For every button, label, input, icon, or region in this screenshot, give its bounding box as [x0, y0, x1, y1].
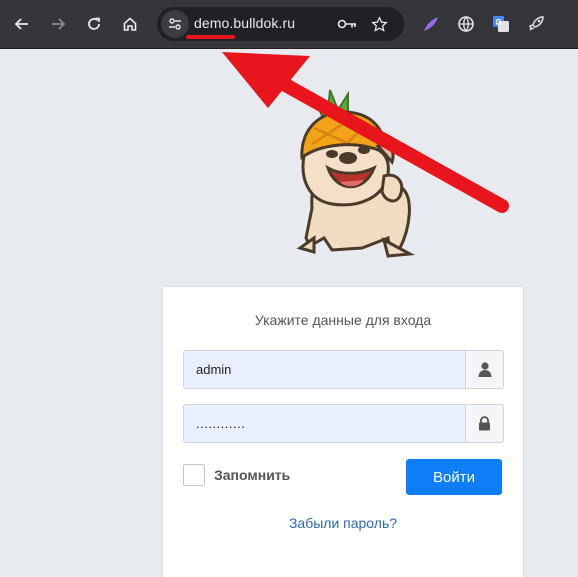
lock-addon	[465, 405, 503, 442]
password-key-button[interactable]	[337, 14, 357, 34]
username-input[interactable]	[184, 351, 464, 388]
reload-icon	[88, 17, 100, 30]
rocket-icon	[529, 16, 544, 31]
user-icon	[478, 362, 491, 377]
back-button[interactable]	[7, 9, 37, 39]
home-icon	[123, 17, 137, 31]
url-text[interactable]: demo.bulldok.ru	[194, 15, 295, 31]
star-icon	[370, 15, 388, 32]
extension-globe-button[interactable]	[454, 12, 478, 36]
globe-icon	[458, 16, 474, 32]
arrow-right-icon	[52, 18, 66, 30]
password-input[interactable]	[184, 405, 464, 442]
extension-rocket-button[interactable]	[524, 12, 548, 36]
site-info-button[interactable]	[161, 10, 189, 38]
user-addon	[465, 351, 503, 388]
extension-feather-button[interactable]	[419, 12, 443, 36]
remember-me[interactable]: Запомнить	[183, 463, 290, 487]
password-field[interactable]	[183, 404, 504, 443]
tune-icon	[169, 18, 181, 30]
remember-label[interactable]: Запомнить	[214, 467, 290, 483]
browser-toolbar: demo.bulldok.ru G	[0, 0, 578, 49]
login-panel: Укажите данные для входа Запомнить Войти…	[163, 287, 523, 577]
extension-translate-button[interactable]: G	[489, 12, 513, 36]
login-title: Укажите данные для входа	[254, 312, 432, 328]
svg-text:G: G	[496, 18, 502, 27]
key-icon	[337, 19, 356, 29]
translate-icon: G	[493, 16, 509, 32]
url-annotation-underline	[186, 35, 235, 39]
lock-icon	[479, 416, 490, 431]
reload-button[interactable]	[79, 9, 109, 39]
forward-button[interactable]	[43, 9, 73, 39]
login-button[interactable]: Войти	[406, 459, 502, 495]
bookmark-button[interactable]	[369, 14, 389, 34]
remember-checkbox[interactable]	[183, 464, 205, 486]
username-field[interactable]	[183, 350, 504, 389]
bulldog-mascot-image	[296, 89, 416, 258]
feather-icon	[424, 17, 438, 31]
home-button[interactable]	[115, 9, 145, 39]
arrow-left-icon	[14, 18, 28, 30]
forgot-password-link[interactable]: Забыли пароль?	[163, 515, 523, 531]
